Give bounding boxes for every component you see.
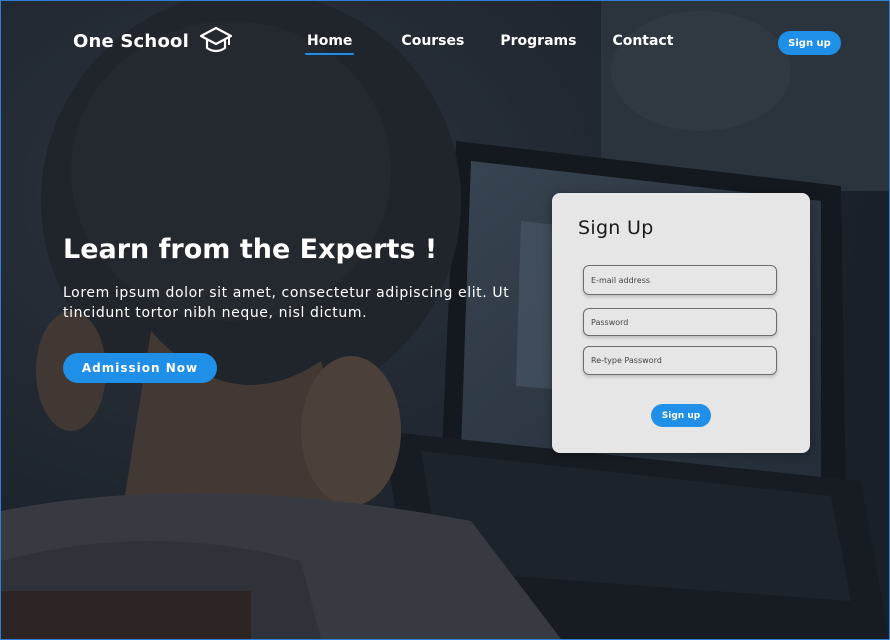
- admission-now-button[interactable]: Admission Now: [63, 353, 217, 383]
- signup-card-title: Sign Up: [578, 217, 654, 239]
- nav-signup-button[interactable]: Sign up: [778, 31, 841, 55]
- nav-link-courses[interactable]: Courses: [401, 33, 464, 55]
- email-field[interactable]: [583, 265, 777, 295]
- nav-link-contact[interactable]: Contact: [612, 33, 673, 55]
- top-navigation: One School Home Courses Programs Contact…: [1, 1, 889, 85]
- retype-password-field[interactable]: [583, 346, 777, 375]
- hero-title: Learn from the Experts !: [63, 234, 438, 265]
- nav-link-home[interactable]: Home: [304, 33, 355, 55]
- nav-link-programs[interactable]: Programs: [500, 33, 576, 55]
- landing-page: One School Home Courses Programs Contact…: [0, 0, 890, 640]
- signup-submit-button[interactable]: Sign up: [651, 404, 711, 427]
- nav-links: Home Courses Programs Contact: [304, 33, 673, 55]
- graduation-cap-icon: [199, 26, 233, 53]
- hero-description: Lorem ipsum dolor sit amet, consectetur …: [63, 285, 510, 321]
- brand-name: One School: [73, 30, 189, 52]
- brand-logo[interactable]: One School: [73, 25, 233, 57]
- password-field[interactable]: [583, 308, 777, 336]
- signup-card: Sign Up Sign up: [552, 193, 810, 453]
